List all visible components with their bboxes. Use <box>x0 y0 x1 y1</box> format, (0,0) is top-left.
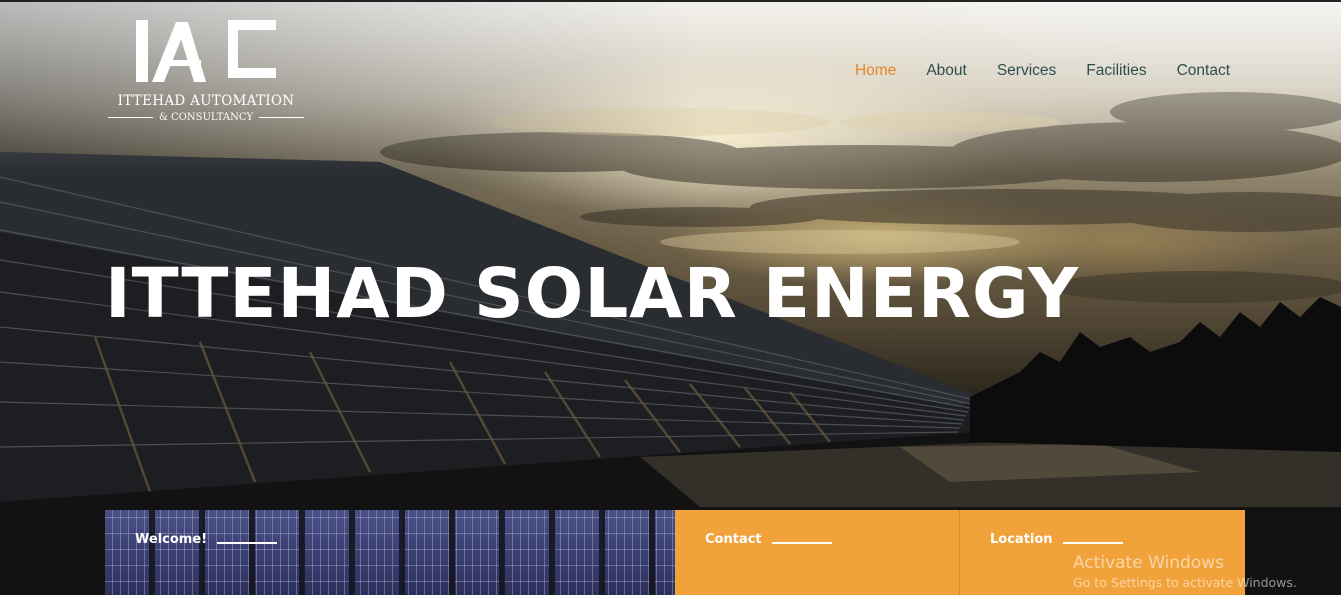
watermark-title: Activate Windows <box>1073 553 1224 573</box>
logo-subtitle: & CONSULTANCY <box>158 111 254 123</box>
contact-heading-text: Contact <box>705 532 762 547</box>
main-nav: Home About Services Facilities Contact <box>855 62 1230 80</box>
location-heading-underline <box>1062 541 1123 544</box>
nav-facilities[interactable]: Facilities <box>1086 62 1146 80</box>
watermark-subtitle: Go to Settings to activate Windows. <box>1073 575 1297 590</box>
contact-card: Contact <box>675 510 960 595</box>
iac-logo-mark-icon <box>136 20 276 82</box>
contact-heading-underline <box>771 541 832 544</box>
nav-services[interactable]: Services <box>997 62 1056 80</box>
activate-windows-watermark: Activate Windows Go to Settings to activ… <box>1073 552 1297 592</box>
page: ITTEHAD AUTOMATION & CONSULTANCY Home Ab… <box>0 0 1341 595</box>
welcome-heading-underline <box>217 541 278 544</box>
welcome-card: Welcome! <box>105 510 675 595</box>
welcome-heading-text: Welcome! <box>135 532 208 547</box>
location-heading: Location <box>990 532 1215 547</box>
nav-home[interactable]: Home <box>855 62 896 80</box>
logo-title: ITTEHAD AUTOMATION <box>117 93 295 109</box>
welcome-heading: Welcome! <box>135 532 645 547</box>
logo-subtitle-row: & CONSULTANCY <box>108 110 305 124</box>
location-heading-text: Location <box>990 532 1053 547</box>
logo-divider-right <box>259 116 305 118</box>
hero-title: ITTEHAD SOLAR ENERGY <box>105 254 1080 334</box>
contact-heading: Contact <box>705 532 929 547</box>
logo-divider-left <box>108 116 153 118</box>
nav-about[interactable]: About <box>926 62 967 80</box>
nav-contact[interactable]: Contact <box>1177 62 1230 80</box>
site-logo[interactable]: ITTEHAD AUTOMATION & CONSULTANCY <box>108 20 305 124</box>
